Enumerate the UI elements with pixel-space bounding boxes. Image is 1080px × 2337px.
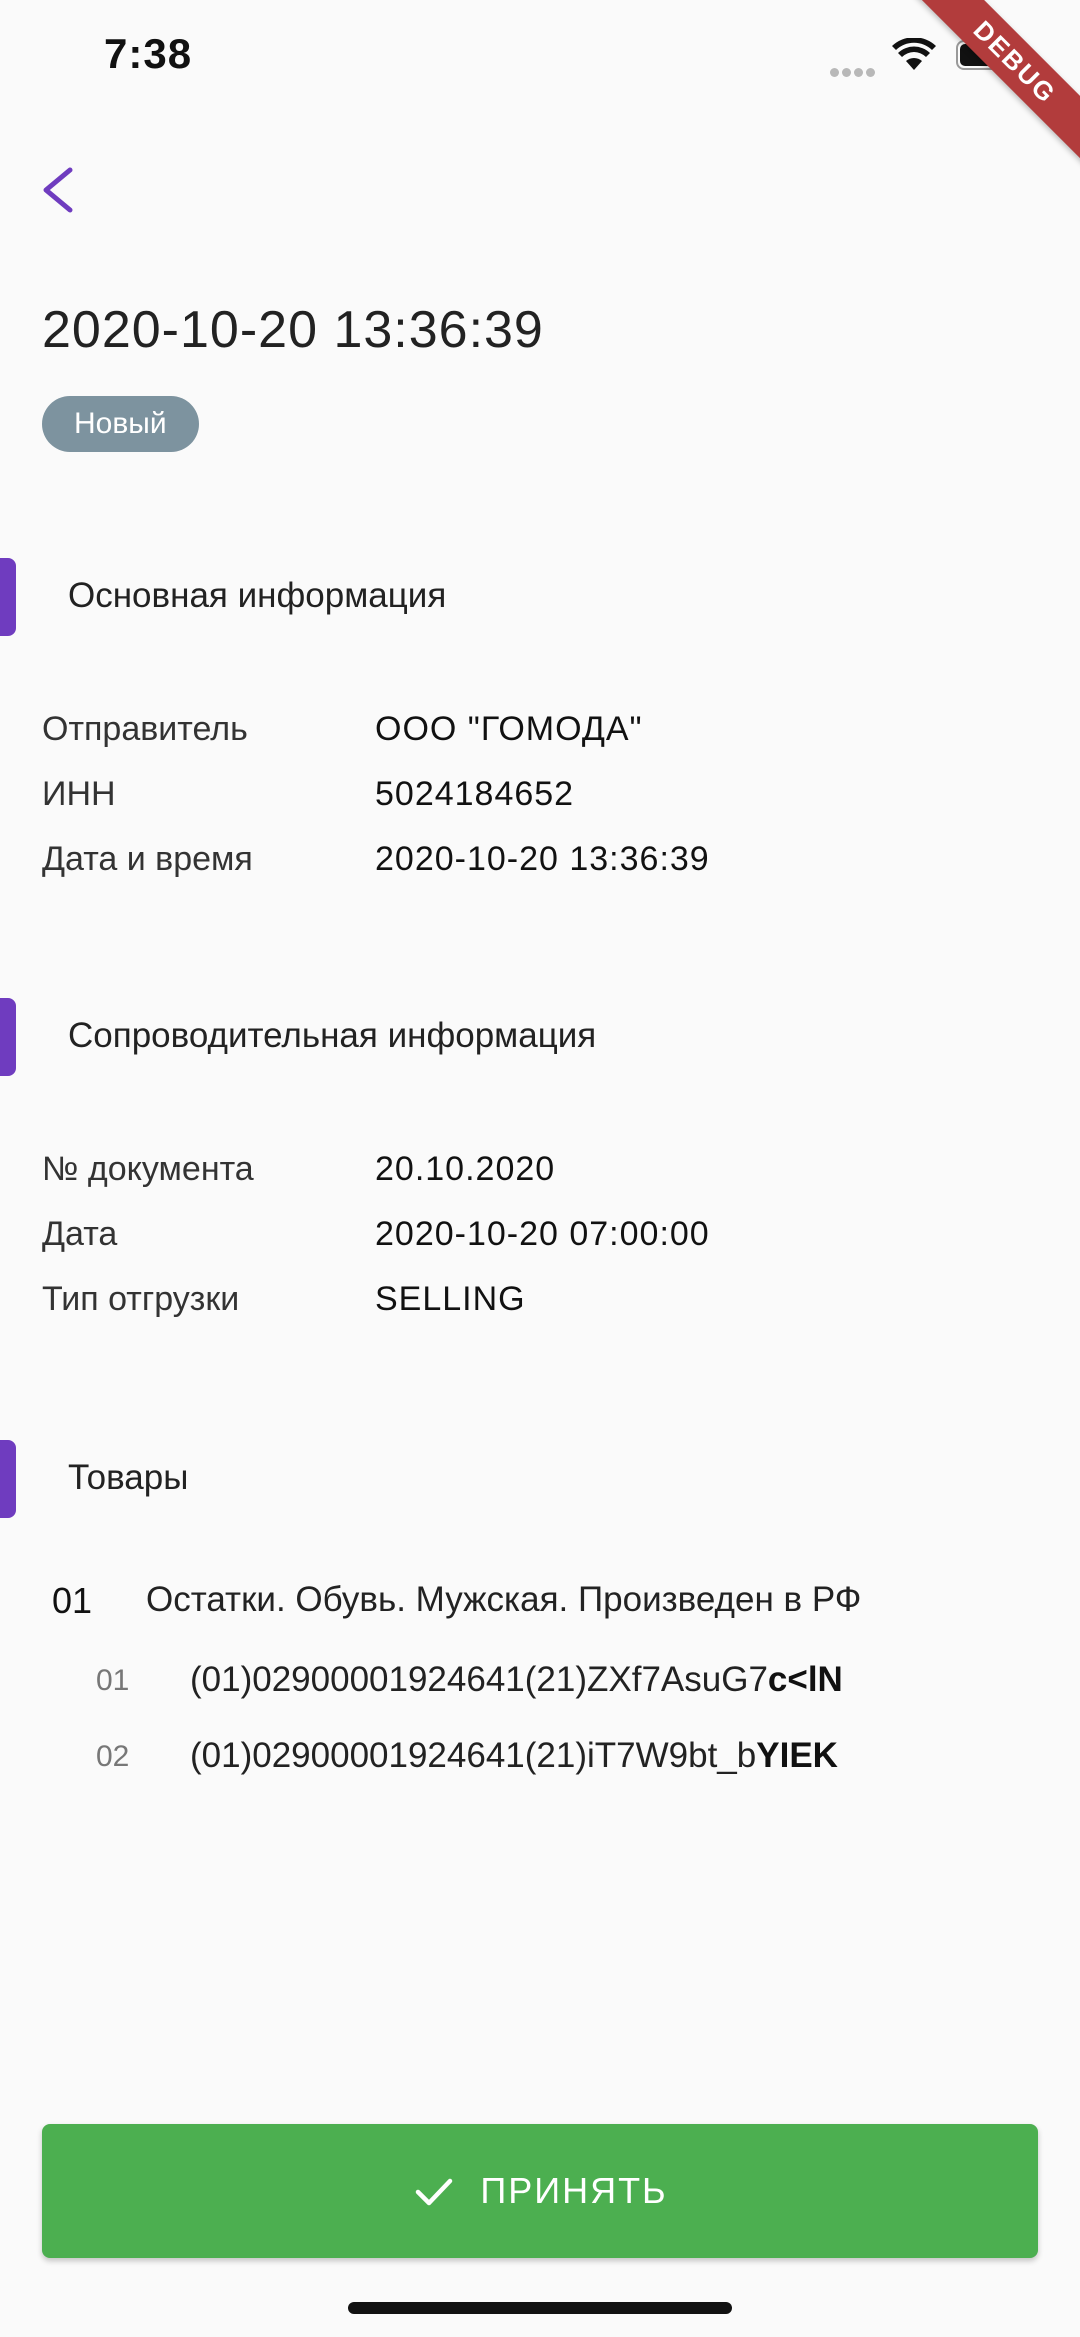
home-indicator[interactable] — [348, 2302, 732, 2314]
signal-icon — [830, 64, 880, 77]
code-value: (01)02900001924641(21)iT7W9bt_bYIEK — [190, 1736, 838, 1776]
info-label: Отправитель — [42, 710, 248, 748]
section-accent — [0, 1440, 16, 1518]
info-row-datetime: Дата и время 2020-10-20 13:36:39 — [42, 840, 1042, 896]
product-index: 01 — [52, 1580, 93, 1621]
code-value: (01)02900001924641(21)ZXf7AsuG7c<lN — [190, 1660, 843, 1700]
section-accompanying-info-header: Сопроводительная информация — [0, 998, 1080, 1078]
check-icon — [416, 2178, 453, 2206]
info-row-inn: ИНН 5024184652 — [42, 775, 1042, 831]
section-products-header: Товары — [0, 1440, 1080, 1520]
code-suffix: c<lN — [767, 1660, 843, 1699]
status-badge: Новый — [42, 396, 199, 452]
section-title: Основная информация — [68, 576, 447, 615]
info-label: Тип отгрузки — [42, 1280, 240, 1318]
page-title: 2020-10-20 13:36:39 — [42, 301, 544, 359]
section-accent — [0, 558, 16, 636]
section-title: Товары — [68, 1458, 189, 1497]
accept-button[interactable]: ПРИНЯТЬ — [42, 2124, 1038, 2258]
info-row-document-number: № документа 20.10.2020 — [42, 1150, 1042, 1206]
info-value: 5024184652 — [375, 775, 575, 813]
code-prefix: (01)02900001924641(21)iT7W9bt_b — [190, 1736, 757, 1775]
accept-label: ПРИНЯТЬ — [480, 2170, 668, 2211]
code-row: 01 (01)02900001924641(21)ZXf7AsuG7c<lN — [0, 1656, 1080, 1716]
code-index: 01 — [96, 1664, 130, 1697]
info-row-date: Дата 2020-10-20 07:00:00 — [42, 1215, 1042, 1271]
back-button[interactable] — [30, 150, 100, 230]
info-row-shipment-type: Тип отгрузки SELLING — [42, 1280, 1042, 1336]
info-value: 2020-10-20 13:36:39 — [375, 840, 710, 878]
info-label: Дата — [42, 1215, 118, 1253]
info-label: Дата и время — [42, 840, 253, 878]
info-label: № документа — [42, 1150, 254, 1188]
code-row: 02 (01)02900001924641(21)iT7W9bt_bYIEK — [0, 1732, 1080, 1792]
screen: 7:38 DEBUG 2020-10-20 13:36:39 Новый Осн… — [0, 0, 1080, 2337]
section-basic-info-header: Основная информация — [0, 558, 1080, 638]
section-accent — [0, 998, 16, 1076]
status-time: 7:38 — [104, 30, 193, 77]
info-label: ИНН — [42, 775, 116, 813]
wifi-icon — [892, 38, 936, 70]
info-value: 20.10.2020 — [375, 1150, 556, 1188]
product-name: Остатки. Обувь. Мужская. Произведен в РФ — [146, 1580, 862, 1619]
code-index: 02 — [96, 1740, 130, 1773]
info-value: SELLING — [375, 1280, 526, 1318]
chevron-left-icon — [43, 167, 73, 213]
status-bar: 7:38 — [0, 0, 1080, 120]
code-suffix: YIEK — [756, 1736, 838, 1775]
section-title: Сопроводительная информация — [68, 1016, 597, 1055]
code-prefix: (01)02900001924641(21)ZXf7AsuG7 — [190, 1660, 768, 1699]
info-value: ООО "ГОМОДА" — [375, 710, 643, 748]
info-value: 2020-10-20 07:00:00 — [375, 1215, 710, 1253]
info-row-sender: Отправитель ООО "ГОМОДА" — [42, 710, 1042, 766]
